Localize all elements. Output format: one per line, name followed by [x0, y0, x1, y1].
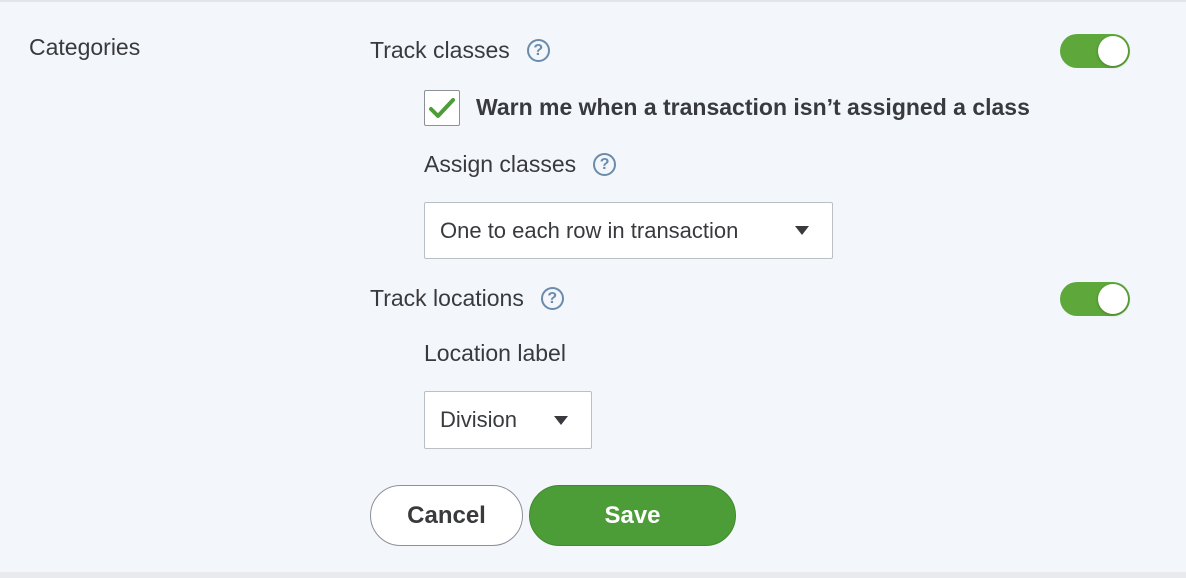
- track-locations-toggle[interactable]: [1060, 282, 1130, 316]
- caret-down-icon: [795, 226, 809, 235]
- save-button[interactable]: Save: [529, 485, 736, 546]
- caret-down-icon: [554, 415, 568, 425]
- track-classes-toggle[interactable]: [1060, 34, 1130, 68]
- location-label-text: Location label: [424, 340, 566, 366]
- checkmark-icon: [429, 98, 455, 118]
- warn-unassigned-class-label: Warn me when a transaction isn’t assigne…: [476, 94, 1030, 120]
- assign-classes-label: Assign classes: [424, 151, 577, 177]
- track-classes-label: Track classes: [370, 37, 510, 63]
- help-icon[interactable]: ?: [540, 287, 564, 310]
- track-locations-row: Track locations ?: [370, 285, 564, 312]
- help-icon[interactable]: ?: [526, 39, 550, 62]
- top-divider: [0, 0, 1186, 2]
- bottom-divider: [0, 572, 1186, 578]
- categories-settings-panel: Categories Track classes ? Warn me when …: [0, 0, 1186, 578]
- location-label-select[interactable]: Division: [424, 391, 592, 449]
- assign-classes-row: Assign classes ?: [424, 151, 617, 178]
- assign-classes-select[interactable]: One to each row in transaction: [424, 202, 833, 259]
- track-locations-label: Track locations: [370, 285, 524, 311]
- warn-unassigned-class-checkbox[interactable]: [424, 90, 460, 126]
- location-label-row: Location label: [424, 340, 566, 367]
- help-icon[interactable]: ?: [593, 153, 617, 176]
- assign-classes-value: One to each row in transaction: [440, 217, 739, 243]
- location-label-value: Division: [440, 407, 518, 432]
- toggle-knob: [1098, 284, 1128, 314]
- toggle-knob: [1098, 36, 1128, 66]
- cancel-button[interactable]: Cancel: [370, 485, 523, 546]
- section-title: Categories: [29, 34, 141, 60]
- track-classes-row: Track classes ?: [370, 37, 550, 64]
